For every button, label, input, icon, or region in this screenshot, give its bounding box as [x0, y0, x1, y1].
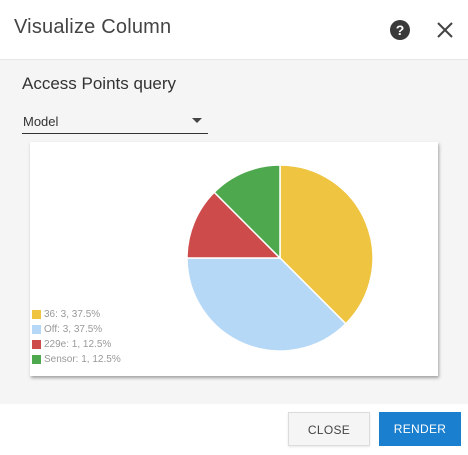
close-button[interactable]: CLOSE: [288, 412, 370, 446]
chevron-down-icon: [192, 118, 202, 123]
legend-item: 36: 3, 37.5%: [32, 307, 121, 322]
legend-swatch: [32, 340, 41, 349]
chart-card: 36: 3, 37.5% Off: 3, 37.5% 229e: 1, 12.5% S…: [30, 142, 438, 376]
legend-swatch: [32, 325, 41, 334]
column-select-value: Model: [23, 114, 59, 129]
column-select[interactable]: Model: [22, 112, 208, 134]
legend-label: 36: 3, 37.5%: [44, 309, 101, 320]
close-icon[interactable]: [434, 19, 456, 41]
legend-item: Sensor: 1, 12.5%: [32, 352, 121, 367]
legend-label: Off: 3, 37.5%: [44, 324, 103, 335]
legend-item: Off: 3, 37.5%: [32, 322, 121, 337]
dialog-header: Visualize Column ?: [0, 0, 468, 60]
query-title: Access Points query: [22, 74, 177, 93]
legend-item: 229e: 1, 12.5%: [32, 337, 121, 352]
dialog-footer: CLOSE RENDER: [0, 404, 468, 455]
help-icon[interactable]: ?: [390, 20, 410, 40]
visualize-column-dialog: Visualize Column ? Access Points query M…: [0, 0, 468, 455]
legend-swatch: [32, 355, 41, 364]
chart-legend: 36: 3, 37.5% Off: 3, 37.5% 229e: 1, 12.5% S…: [32, 307, 121, 367]
legend-label: 229e: 1, 12.5%: [44, 339, 112, 350]
dialog-title: Visualize Column: [14, 16, 172, 38]
legend-label: Sensor: 1, 12.5%: [44, 354, 121, 365]
dialog-body: Access Points query Model 36: 3, 37.5% Of…: [0, 60, 468, 404]
legend-swatch: [32, 310, 41, 319]
render-button[interactable]: RENDER: [379, 412, 461, 446]
